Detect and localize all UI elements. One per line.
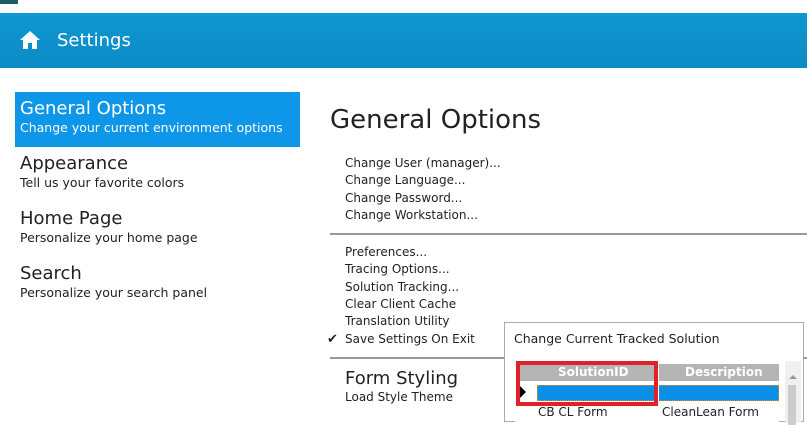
change-user-link[interactable]: Change User (manager)... (330, 155, 807, 172)
nav-title: General Options (20, 98, 167, 119)
nav-title: Search (20, 263, 82, 284)
nav-title: Home Page (20, 208, 123, 229)
dialog-title: Change Current Tracked Solution (514, 331, 720, 346)
highlight-box (516, 361, 658, 406)
tracing-options-link[interactable]: Tracing Options... (330, 261, 807, 278)
section-title: General Options (330, 105, 542, 135)
nav-subtitle: Change your current environment options (20, 120, 283, 135)
change-workstation-link[interactable]: Change Workstation... (330, 207, 807, 224)
cell-description[interactable]: CleanLean Form (662, 405, 759, 419)
preferences-link[interactable]: Preferences... (330, 244, 807, 261)
cell-solutionid[interactable]: CB CL Form (538, 405, 608, 419)
window-titlebar (0, 0, 807, 12)
nav-title: Appearance (20, 153, 129, 174)
app-icon (0, 0, 18, 4)
nav-item-search[interactable]: Search Personalize your search panel (15, 257, 300, 312)
save-settings-label: Save Settings On Exit (345, 331, 475, 346)
scroll-up-icon[interactable] (789, 375, 797, 379)
change-language-link[interactable]: Change Language... (330, 172, 807, 189)
settings-nav: General Options Change your current envir… (15, 92, 300, 312)
nav-subtitle: Personalize your search panel (20, 285, 208, 300)
column-description[interactable]: Description (685, 365, 763, 379)
header-bar: Settings (0, 13, 807, 68)
nav-subtitle: Tell us your favorite colors (20, 175, 185, 190)
nav-item-appearance[interactable]: Appearance Tell us your favorite colors (15, 147, 300, 202)
vertical-scrollbar[interactable] (785, 361, 801, 425)
nav-item-home-page[interactable]: Home Page Personalize your home page (15, 202, 300, 257)
solution-tracking-link[interactable]: Solution Tracking... (330, 279, 807, 296)
divider (330, 233, 807, 236)
change-password-link[interactable]: Change Password... (330, 190, 807, 207)
home-icon[interactable] (19, 30, 41, 50)
nav-item-general-options[interactable]: General Options Change your current envir… (15, 92, 300, 147)
page-title: Settings (57, 30, 131, 51)
clear-client-cache-link[interactable]: Clear Client Cache (330, 296, 807, 313)
nav-subtitle: Personalize your home page (20, 230, 198, 245)
scroll-thumb[interactable] (788, 385, 796, 425)
column-divider (658, 364, 659, 434)
checkmark-icon: ✔ (327, 331, 338, 347)
